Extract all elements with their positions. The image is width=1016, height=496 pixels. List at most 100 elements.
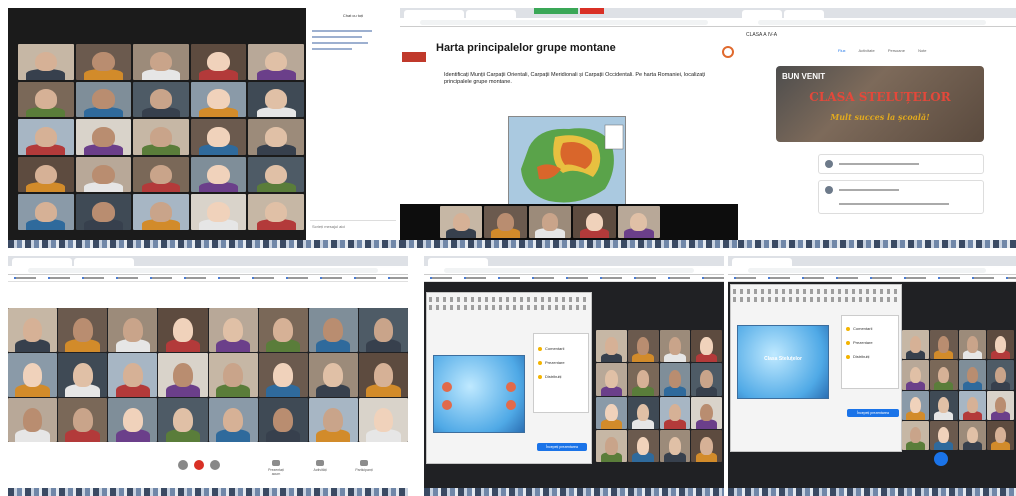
participant-video-tile[interactable] [133,44,189,80]
participant-video-tile[interactable] [308,398,358,442]
participant-video-tile[interactable] [691,396,722,429]
participant-video-tile[interactable] [75,194,132,230]
participant-video-tile[interactable] [58,398,108,442]
participant-video-tile[interactable] [986,330,1014,360]
participant-video-tile[interactable] [190,119,247,155]
start-presentation-button[interactable]: Începeți prezentarea [537,443,587,451]
announcement-input[interactable] [818,154,984,174]
participant-video-tile[interactable] [58,308,108,352]
browser-tab[interactable] [732,258,792,266]
participant-video-tile[interactable] [930,330,958,360]
participant-video-tile[interactable] [75,81,132,118]
menu-item-share[interactable]: Distribuiți [538,374,561,379]
participant-video-tile[interactable] [958,390,986,420]
tab-classwork[interactable]: Activitate [858,48,874,53]
participant-video-tile[interactable] [108,398,158,442]
participant-video-tile[interactable] [133,81,189,118]
participant-video-tile[interactable] [440,206,483,238]
participant-video-tile[interactable] [596,429,627,462]
participant-video-tile[interactable] [986,360,1014,390]
participant-video-tile[interactable] [596,330,627,363]
participant-video-tile[interactable] [627,363,659,396]
menu-item-comments[interactable]: Comentarii [538,346,564,351]
participant-video-tile[interactable] [258,398,308,442]
participant-video-tile[interactable] [75,156,132,193]
browser-tab[interactable] [742,10,782,18]
browser-tab[interactable] [784,10,824,18]
participant-video-tile[interactable] [659,330,691,363]
participant-video-tile[interactable] [691,429,722,462]
url-input[interactable] [28,268,378,273]
participant-video-tile[interactable] [691,363,722,396]
browser-tab[interactable] [466,10,516,18]
participant-video-tile[interactable] [627,429,659,462]
start-presentation-button[interactable]: Începeți prezentarea [847,409,899,417]
participant-video-tile[interactable] [108,308,158,352]
participant-video-tile[interactable] [986,390,1014,420]
participant-video-tile[interactable] [208,308,258,352]
participant-video-tile[interactable] [902,360,930,390]
participant-video-tile[interactable] [190,194,247,230]
participant-video-tile[interactable] [958,360,986,390]
participant-video-tile[interactable] [108,353,158,397]
participant-video-tile[interactable] [208,398,258,442]
participant-video-tile[interactable] [248,81,304,118]
participant-video-tile[interactable] [18,194,74,230]
participant-video-tile[interactable] [358,398,408,442]
participant-video-tile[interactable] [190,156,247,193]
tab-grades[interactable]: Note [918,48,926,53]
browser-tab[interactable] [428,258,488,266]
participant-video-tile[interactable] [659,429,691,462]
participant-video-tile[interactable] [18,119,74,155]
stream-post[interactable] [818,180,984,214]
participant-video-tile[interactable] [958,420,986,450]
url-input[interactable] [758,20,986,25]
participant-video-tile[interactable] [358,308,408,352]
chat-input[interactable]: Scrieți mesajul aici [310,220,396,234]
url-input[interactable] [444,268,694,273]
participant-video-tile[interactable] [596,396,627,429]
participant-video-tile[interactable] [930,390,958,420]
participant-video-tile[interactable] [484,206,527,238]
url-input[interactable] [420,20,708,25]
url-input[interactable] [748,268,986,273]
participant-video-tile[interactable] [902,390,930,420]
participant-video-tile[interactable] [190,81,247,118]
participant-video-tile[interactable] [691,330,722,363]
browser-tab[interactable] [12,258,72,266]
participant-video-tile[interactable] [190,44,247,80]
participant-video-tile[interactable] [248,44,304,80]
stop-share-button[interactable] [580,8,604,14]
participant-video-tile[interactable] [133,194,189,230]
participant-video-tile[interactable] [902,330,930,360]
participant-video-tile[interactable] [8,398,58,442]
participant-video-tile[interactable] [627,330,659,363]
participant-video-tile[interactable] [986,420,1014,450]
participant-video-tile[interactable] [18,81,74,118]
slide-preview[interactable]: Clasa Steluțelor [737,325,829,399]
participant-video-tile[interactable] [308,353,358,397]
participant-video-tile[interactable] [58,353,108,397]
slide-thumbnail[interactable] [402,52,426,62]
present-button[interactable]: Prezentați acum [264,460,288,476]
participant-video-tile[interactable] [18,156,74,193]
participant-video-tile[interactable] [158,398,208,442]
participant-video-tile[interactable] [158,353,208,397]
participant-video-tile[interactable] [573,206,616,238]
participant-video-tile[interactable] [902,420,930,450]
participant-video-tile[interactable] [18,44,74,80]
participant-video-tile[interactable] [248,194,304,230]
tab-people[interactable]: Persoane [888,48,905,53]
menu-item-present[interactable]: Prezentare [538,360,565,365]
participant-video-tile[interactable] [8,308,58,352]
menu-item-comments[interactable]: Comentarii [846,326,872,331]
activities-button[interactable]: Activități [308,460,332,472]
menu-item-present[interactable]: Prezentare [846,340,873,345]
participant-video-tile[interactable] [248,156,304,193]
browser-tab[interactable] [404,10,464,18]
participant-video-tile[interactable] [248,119,304,155]
participant-video-tile[interactable] [930,360,958,390]
participant-video-tile[interactable] [596,363,627,396]
participant-video-tile[interactable] [659,396,691,429]
participant-video-tile[interactable] [958,330,986,360]
